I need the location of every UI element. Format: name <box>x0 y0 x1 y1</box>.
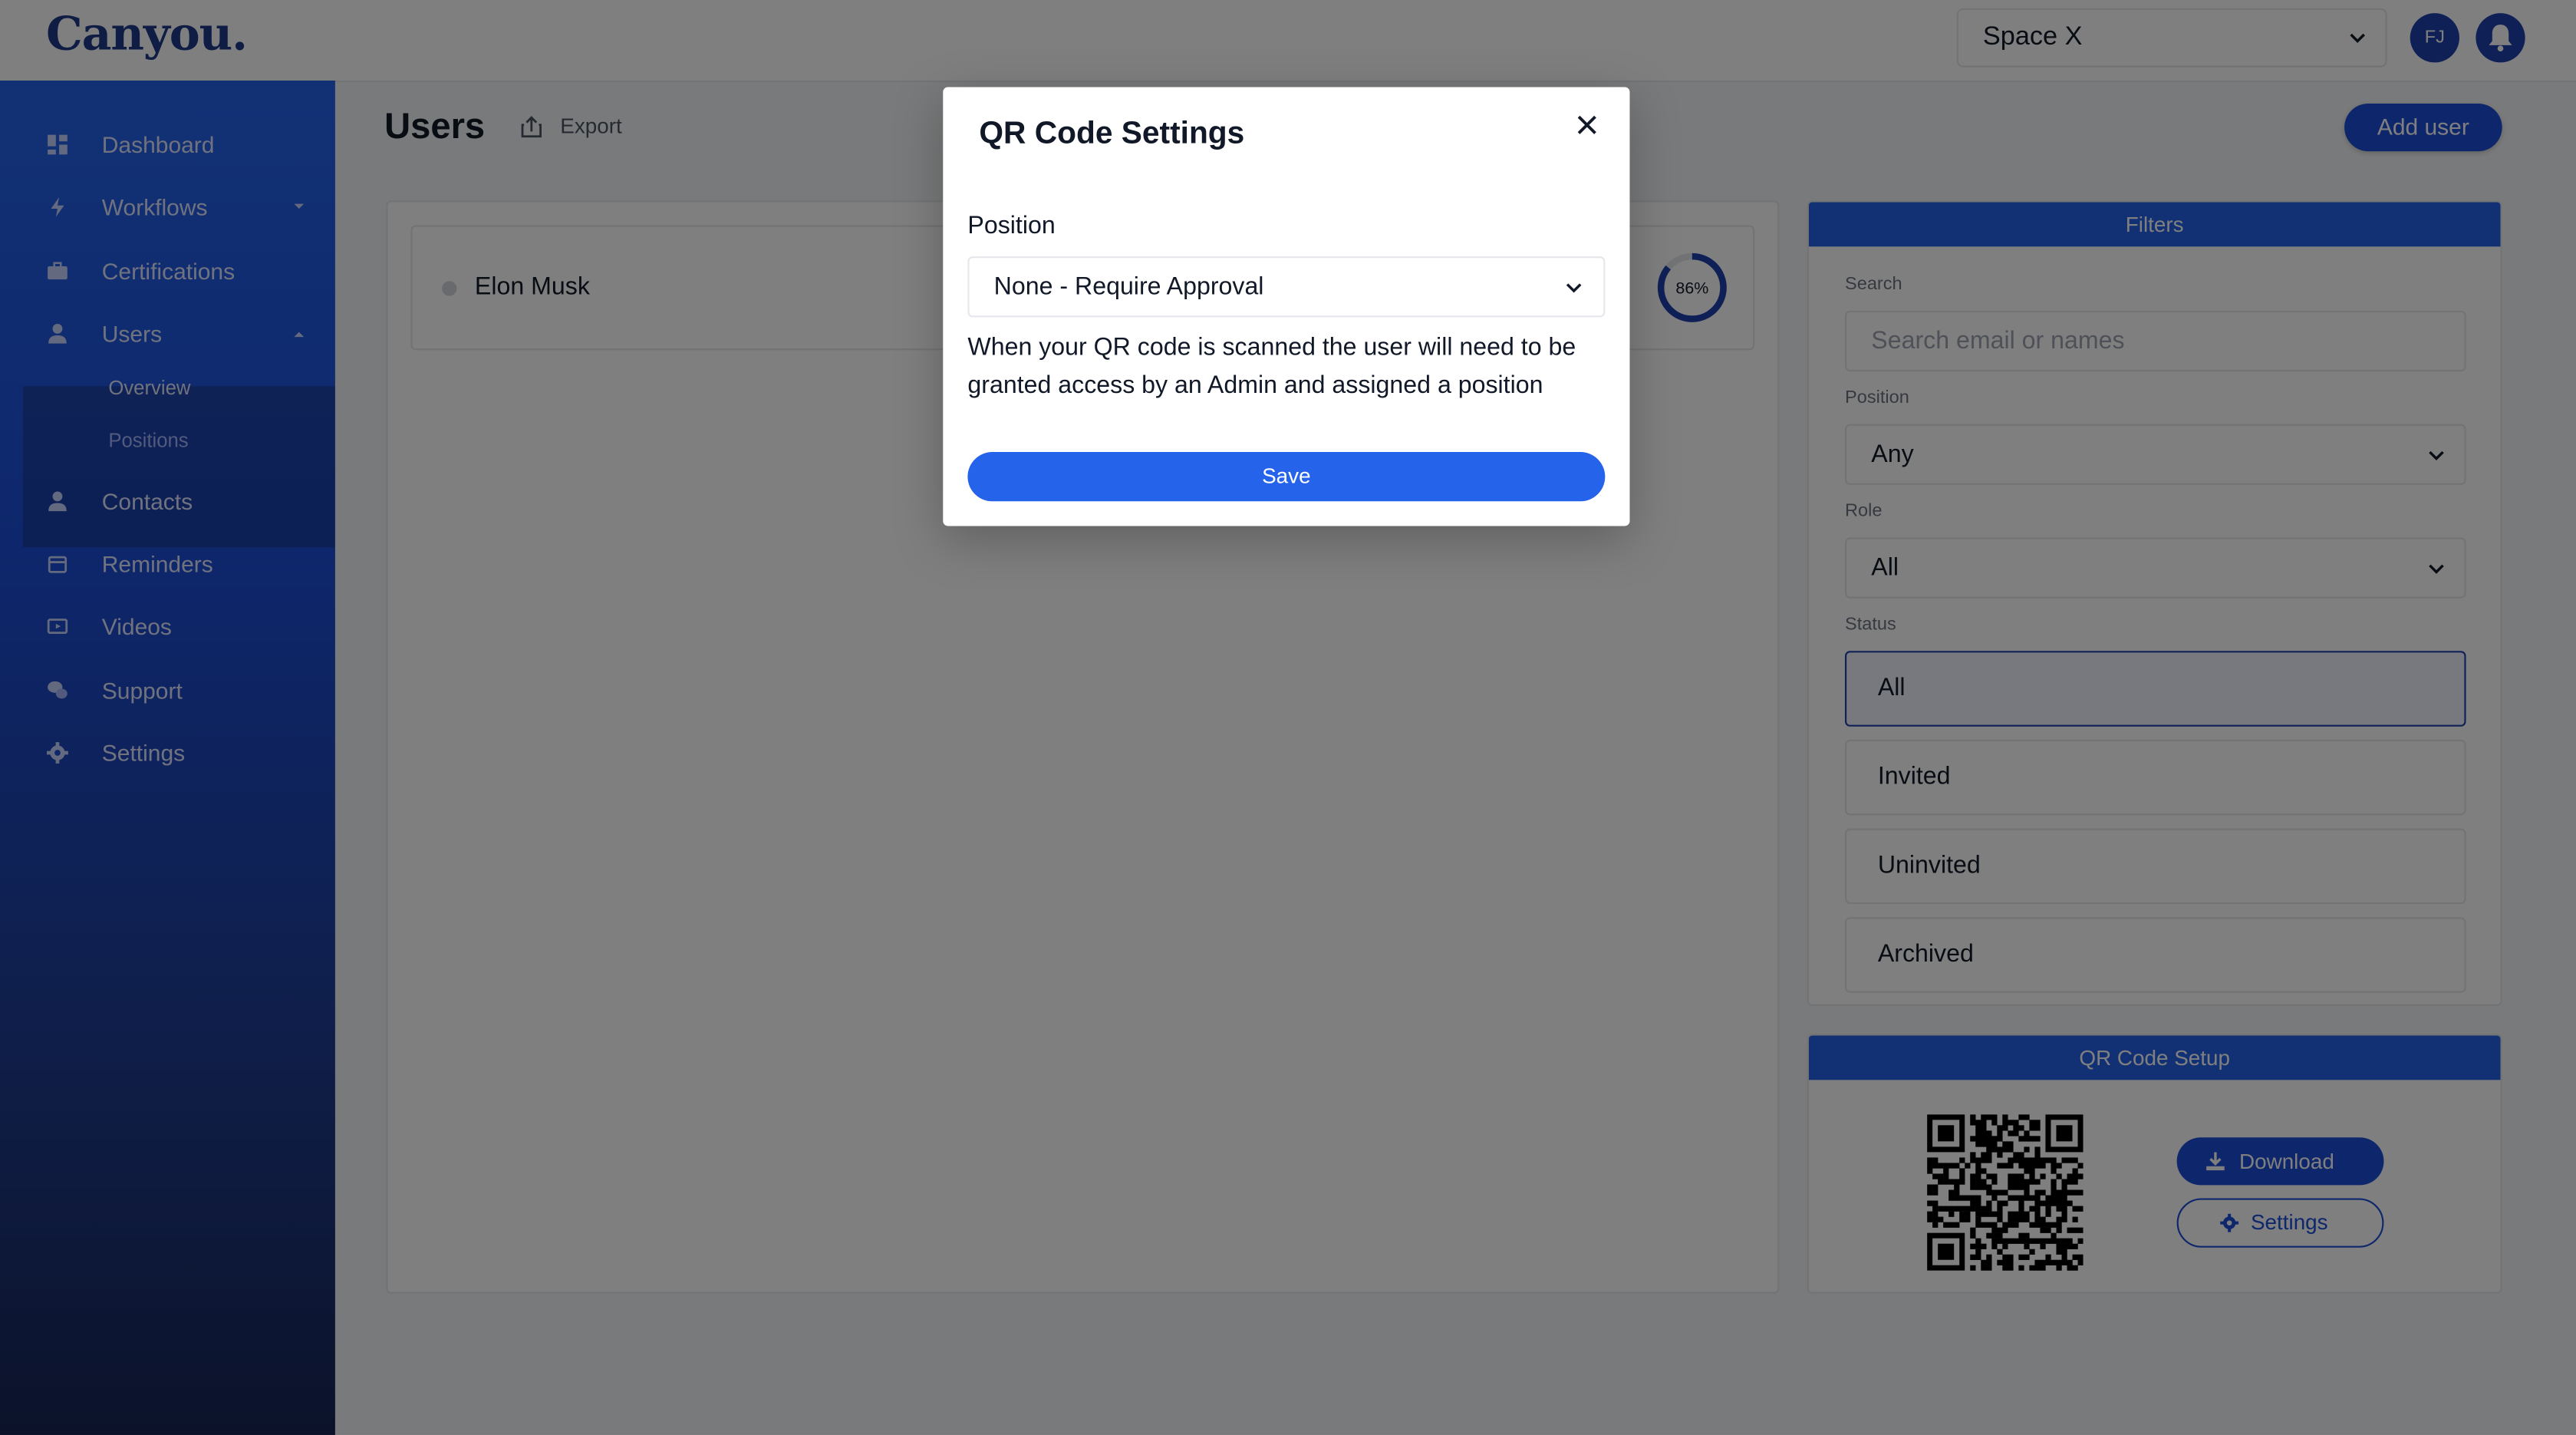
app-root: Canyou. Space X FJ Dashboard Workflows <box>0 0 2576 1435</box>
save-button[interactable]: Save <box>967 452 1606 502</box>
modal-position-value: None - Require Approval <box>993 272 1264 301</box>
close-icon[interactable] <box>1574 112 1600 138</box>
modal-position-label: Position <box>967 212 1056 240</box>
modal-title: QR Code Settings <box>979 117 1245 152</box>
chevron-down-icon <box>1566 283 1582 293</box>
modal-help-text: When your QR code is scanned the user wi… <box>967 333 1576 399</box>
modal-position-select[interactable]: None - Require Approval <box>967 256 1606 318</box>
qr-settings-modal: QR Code Settings Position None - Require… <box>943 87 1630 526</box>
